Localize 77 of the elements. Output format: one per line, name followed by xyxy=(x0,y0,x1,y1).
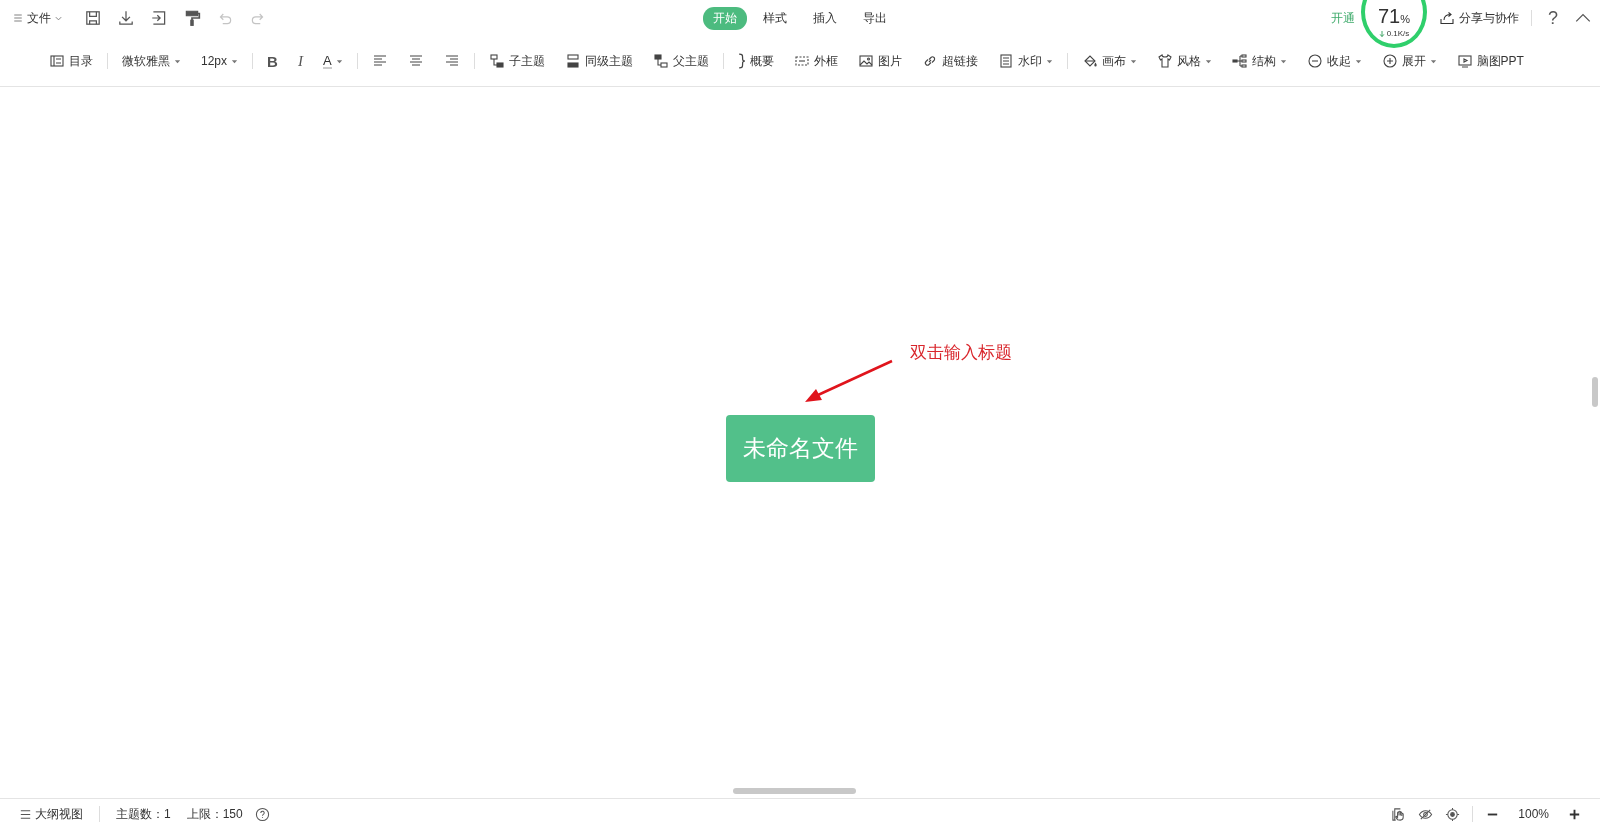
toolbar-dropdown[interactable]: 画布 xyxy=(1081,52,1137,70)
caret-icon xyxy=(1129,57,1137,65)
font-color-dropdown[interactable]: A xyxy=(322,53,343,69)
brace-icon xyxy=(737,53,746,69)
document-icon xyxy=(997,53,1014,69)
export-icon xyxy=(150,9,168,27)
toolbar-button[interactable] xyxy=(371,53,388,69)
toolbar-dropdown[interactable]: 风格 xyxy=(1156,52,1212,70)
caret-icon xyxy=(1045,57,1053,65)
download-button[interactable] xyxy=(117,9,135,27)
topic-limit: 上限：150 xyxy=(186,805,243,823)
child-topic-icon xyxy=(488,53,505,69)
hand-icon[interactable] xyxy=(1391,806,1407,822)
toolbar-button[interactable]: 同级主题 xyxy=(564,52,633,70)
file-menu[interactable]: 文件 xyxy=(12,9,63,27)
parent-topic-icon xyxy=(652,53,669,69)
annotation-text: 双击输入标题 xyxy=(910,342,1012,364)
speed-percent: 71% xyxy=(1378,6,1410,29)
structure-icon xyxy=(1231,53,1248,69)
help-icon[interactable] xyxy=(254,806,270,822)
minus-circle-icon xyxy=(1306,53,1323,69)
ribbon-tab[interactable]: 导出 xyxy=(853,6,897,30)
horizontal-scrollbar-thumb[interactable] xyxy=(733,788,856,794)
italic-button[interactable]: I xyxy=(297,52,303,70)
caret-icon xyxy=(1429,57,1437,65)
image-icon xyxy=(857,53,874,69)
locate-icon[interactable] xyxy=(1445,806,1461,822)
toolbar-button[interactable]: 外框 xyxy=(793,52,838,70)
topic-count: 主题数：1 xyxy=(116,805,171,823)
caret-icon xyxy=(174,57,181,65)
align-left-icon xyxy=(371,53,388,69)
format-painter-button[interactable] xyxy=(183,9,201,27)
toolbar-button[interactable]: 概要 xyxy=(737,52,774,70)
toolbar-button[interactable]: 父主题 xyxy=(652,52,709,70)
toolbar-dropdown[interactable]: 展开 xyxy=(1381,52,1437,70)
help-button[interactable]: ? xyxy=(1544,7,1562,29)
font-size-dropdown[interactable]: 12px xyxy=(201,54,239,68)
toc-button[interactable]: 目录 xyxy=(49,52,93,70)
t-shirt-icon xyxy=(1156,53,1173,69)
paint-roller-icon xyxy=(183,9,201,27)
plus-circle-icon xyxy=(1381,53,1398,69)
toolbar-button[interactable] xyxy=(443,53,460,69)
dashed-frame-icon xyxy=(793,53,810,69)
share-icon xyxy=(1439,10,1455,26)
arrow-down-icon xyxy=(1378,29,1385,38)
download-icon xyxy=(117,9,135,27)
toolbar-button[interactable]: 超链接 xyxy=(921,52,978,70)
menu-icon xyxy=(12,12,24,24)
toolbar-button[interactable]: 子主题 xyxy=(488,52,545,70)
caret-icon xyxy=(1279,57,1287,65)
toolbar-dropdown[interactable]: 结构 xyxy=(1231,52,1287,70)
outline-view-button[interactable]: 大纲视图 xyxy=(18,805,83,823)
share-button[interactable]: 分享与协作 xyxy=(1439,9,1519,27)
align-right-icon xyxy=(443,53,460,69)
presentation-icon xyxy=(1456,53,1473,69)
toolbar-button[interactable]: 脑图PPT xyxy=(1456,52,1524,70)
toolbar-button[interactable] xyxy=(407,53,424,69)
vertical-scrollbar-thumb[interactable] xyxy=(1592,377,1598,407)
table-of-contents-icon xyxy=(49,53,65,69)
save-button[interactable] xyxy=(84,9,102,27)
caret-icon xyxy=(231,57,239,65)
toolbar-dropdown[interactable]: 收起 xyxy=(1306,52,1362,70)
ribbon-tab[interactable]: 插入 xyxy=(803,6,847,30)
zoom-level: 100% xyxy=(1518,807,1549,821)
toolbar-dropdown[interactable]: 水印 xyxy=(997,52,1053,70)
sibling-topic-icon xyxy=(564,53,581,69)
align-center-icon xyxy=(407,53,424,69)
ribbon-tab[interactable]: 样式 xyxy=(753,6,797,30)
toolbar-button[interactable]: 图片 xyxy=(857,52,902,70)
speed-rate: 0.1K/s xyxy=(1386,29,1410,38)
caret-icon xyxy=(335,57,343,65)
export-button[interactable] xyxy=(150,9,168,27)
caret-icon xyxy=(1204,57,1212,65)
bold-button[interactable]: B xyxy=(267,52,278,70)
font-family-dropdown[interactable]: 微软雅黑 xyxy=(122,52,181,70)
caret-icon xyxy=(1354,57,1362,65)
save-icon xyxy=(84,9,102,27)
